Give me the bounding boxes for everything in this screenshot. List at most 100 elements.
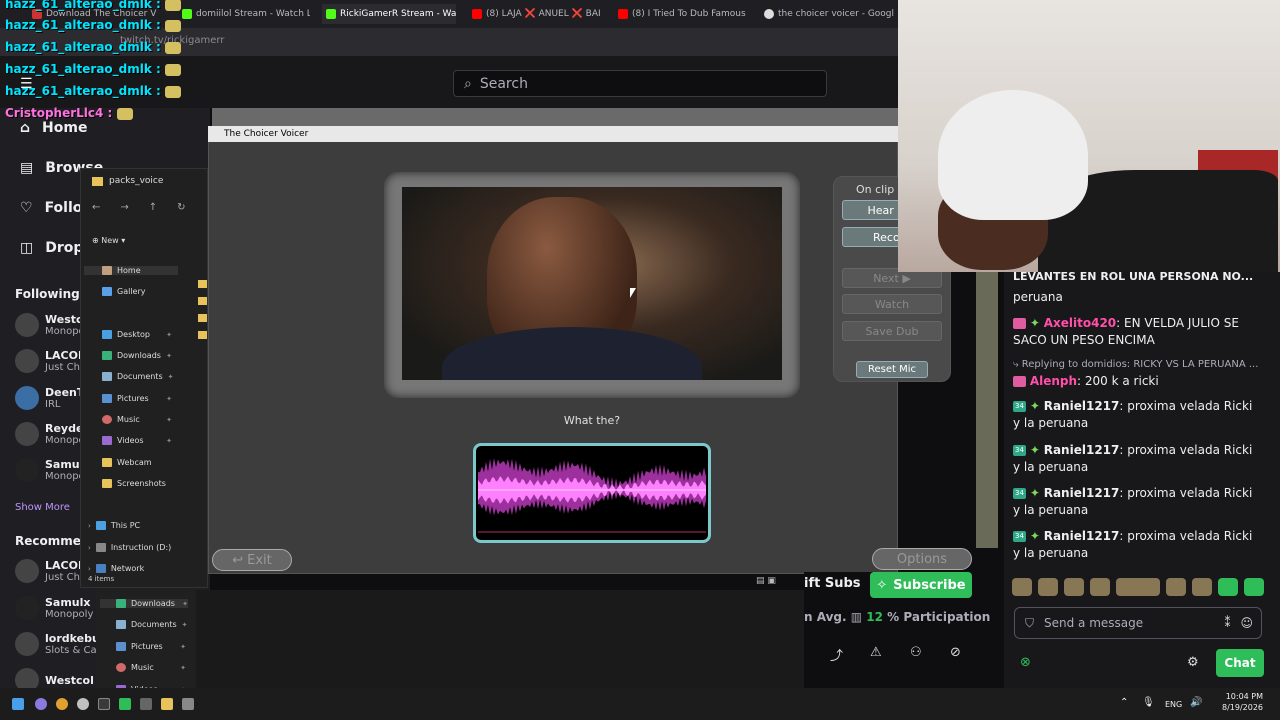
explorer-file-list xyxy=(198,280,207,339)
folder-icon xyxy=(102,458,112,467)
tab-domiilol-stream[interactable]: domiilol Stream - Watch Liv✕ xyxy=(178,4,310,24)
folder-icon[interactable] xyxy=(198,280,207,288)
emote-icon[interactable] xyxy=(1090,578,1110,596)
explorer-item-downloads[interactable]: Downloads ✦ xyxy=(102,351,172,360)
send-chat-button[interactable]: Chat xyxy=(1216,649,1264,677)
windows-start-icon[interactable] xyxy=(12,698,24,710)
pin-icon: ✦ xyxy=(166,394,172,403)
explorer-item-gallery[interactable]: Gallery xyxy=(102,287,172,296)
explorer-item-videos[interactable]: Videos ✦ xyxy=(102,436,172,445)
volume-icon[interactable]: 🔊 xyxy=(1190,697,1202,708)
tray-chevron-icon[interactable]: ⌃ xyxy=(1120,697,1128,708)
explorer-item-desktop[interactable]: Desktop ✦ xyxy=(102,330,172,339)
exit-button[interactable]: ↩ Exit xyxy=(212,549,292,571)
back-icon[interactable]: ← xyxy=(92,202,100,213)
view-toggle-icon[interactable]: ▤ ▣ xyxy=(756,576,776,586)
search-input[interactable]: ⌕ Search xyxy=(453,70,827,97)
explorer2-item-music[interactable]: Music ✦ xyxy=(116,663,186,672)
explorer2-item-pictures[interactable]: Pictures ✦ xyxy=(116,642,186,651)
clock[interactable]: 10:04 PM 8/19/2026 xyxy=(1222,691,1263,713)
youtube-icon xyxy=(472,9,482,19)
app-icon[interactable] xyxy=(140,698,152,710)
emote-icon[interactable] xyxy=(1116,578,1160,596)
report-icon[interactable]: ⚠ xyxy=(870,645,882,660)
search-icon: ⌕ xyxy=(464,75,472,92)
explorer2-item-downloads[interactable]: Downloads ✦ xyxy=(100,599,188,608)
app-icon[interactable] xyxy=(35,698,47,710)
emoji-icon[interactable]: ☺ xyxy=(1240,616,1261,630)
folder-icon[interactable] xyxy=(198,314,207,322)
folder-icon xyxy=(102,479,112,488)
sidebar-item-home[interactable]: ⌂ Home xyxy=(20,120,87,136)
pin-icon: ✦ xyxy=(180,642,186,651)
file-explorer-icon[interactable] xyxy=(161,698,173,710)
tab-youtube-dub[interactable]: (8) I Tried To Dub Famous M✕ xyxy=(614,4,748,24)
microphone-icon[interactable]: 🎙 xyxy=(1142,697,1155,708)
language-indicator[interactable]: ENG xyxy=(1165,700,1182,709)
reset-mic-button[interactable]: Reset Mic xyxy=(856,361,928,378)
people-icon[interactable]: ⚇ xyxy=(910,645,922,660)
explorer-item-pictures[interactable]: Pictures ✦ xyxy=(102,394,172,403)
tab-youtube-laja[interactable]: (8) LAJA ❌ ANUEL ❌ BAI✕ xyxy=(468,4,602,24)
explorer-item-screenshots[interactable]: Screenshots xyxy=(102,479,172,488)
emote-icon[interactable] xyxy=(1244,578,1264,596)
chat-input[interactable]: ⛉ Send a message ⁑ ☺ xyxy=(1014,607,1262,639)
forward-icon[interactable]: → xyxy=(120,202,128,213)
star-badge-icon: ✦ xyxy=(1029,399,1040,413)
avatar xyxy=(15,422,39,446)
emote-icon[interactable] xyxy=(1038,578,1058,596)
chrome-icon[interactable] xyxy=(56,698,68,710)
save-dub-button[interactable]: Save Dub xyxy=(842,321,942,341)
app-icon[interactable] xyxy=(182,698,194,710)
explorer2-item-documents[interactable]: Documents ✦ xyxy=(116,620,188,629)
audio-waveform xyxy=(473,443,711,543)
back-arrow-icon: ↩ xyxy=(232,552,244,568)
translate-icon[interactable]: ⁑ xyxy=(1224,616,1230,630)
videos-icon xyxy=(102,436,112,445)
gear-icon[interactable]: ⚙ xyxy=(1187,655,1199,670)
emote-icon xyxy=(165,63,182,76)
refresh-icon[interactable]: ↻ xyxy=(177,202,185,213)
options-button[interactable]: Options xyxy=(872,548,972,570)
explorer-item-drive-d[interactable]: › Instruction (D:) xyxy=(88,543,178,552)
emote-icon[interactable] xyxy=(1064,578,1084,596)
desktop-icon xyxy=(102,330,112,339)
show-more-link[interactable]: Show More xyxy=(15,502,70,513)
overlay-chat-line: hazz_61_alterao_dmlk : xyxy=(5,0,182,11)
explorer-item-this-pc[interactable]: › This PC xyxy=(88,521,158,530)
explorer-item-home[interactable]: Home xyxy=(84,266,178,275)
explorer-status: 4 items xyxy=(88,575,115,583)
kick-app-icon[interactable] xyxy=(119,698,131,710)
hide-icon[interactable]: ⊘ xyxy=(950,645,961,660)
channel-item[interactable]: Samulx Monopoly xyxy=(15,596,93,620)
emote-icon[interactable] xyxy=(1166,578,1186,596)
emote-icon xyxy=(165,0,182,11)
tab-google-search[interactable]: the choicer voicer - Google✕ xyxy=(760,4,894,24)
folder-icon[interactable] xyxy=(198,331,207,339)
explorer-item-network[interactable]: › Network xyxy=(88,564,158,573)
explorer-item-documents[interactable]: Documents ✦ xyxy=(102,372,174,381)
emote-icon[interactable] xyxy=(1192,578,1212,596)
folder-icon[interactable] xyxy=(198,297,207,305)
emote-icon[interactable] xyxy=(1218,578,1238,596)
pin-icon: ✦ xyxy=(166,436,172,445)
tab-rickigamerr-stream[interactable]: RickiGamerR Stream - Watc✕ xyxy=(322,4,456,24)
gift-subs-button[interactable]: ift Subs xyxy=(804,576,861,591)
waveform-graphic xyxy=(478,458,706,533)
home-icon: ⌂ xyxy=(20,120,31,136)
new-button[interactable]: ⊕ New ▾ xyxy=(92,236,125,245)
subscribe-button[interactable]: ✧ Subscribe xyxy=(870,572,972,598)
computer-icon xyxy=(95,521,106,530)
explorer-item-webcam[interactable]: Webcam xyxy=(102,458,172,467)
share-icon[interactable]: ⤴ xyxy=(830,645,843,664)
explorer-nav-bar: ← → ↑ ↻ xyxy=(92,202,186,213)
explorer-item-music[interactable]: Music ✦ xyxy=(102,415,172,424)
up-icon[interactable]: ↑ xyxy=(149,202,157,213)
browser-icon[interactable] xyxy=(77,698,89,710)
chat-message: Alenph: 200 k a ricki xyxy=(1013,373,1263,390)
settings-icon[interactable] xyxy=(98,698,110,710)
chat-message: ✦ Axelito420: EN VELDA JULIO SE SACO UN … xyxy=(1013,316,1239,347)
watch-button[interactable]: Watch xyxy=(842,294,942,314)
emote-icon[interactable] xyxy=(1012,578,1032,596)
star-badge-icon: ✦ xyxy=(1029,316,1040,330)
